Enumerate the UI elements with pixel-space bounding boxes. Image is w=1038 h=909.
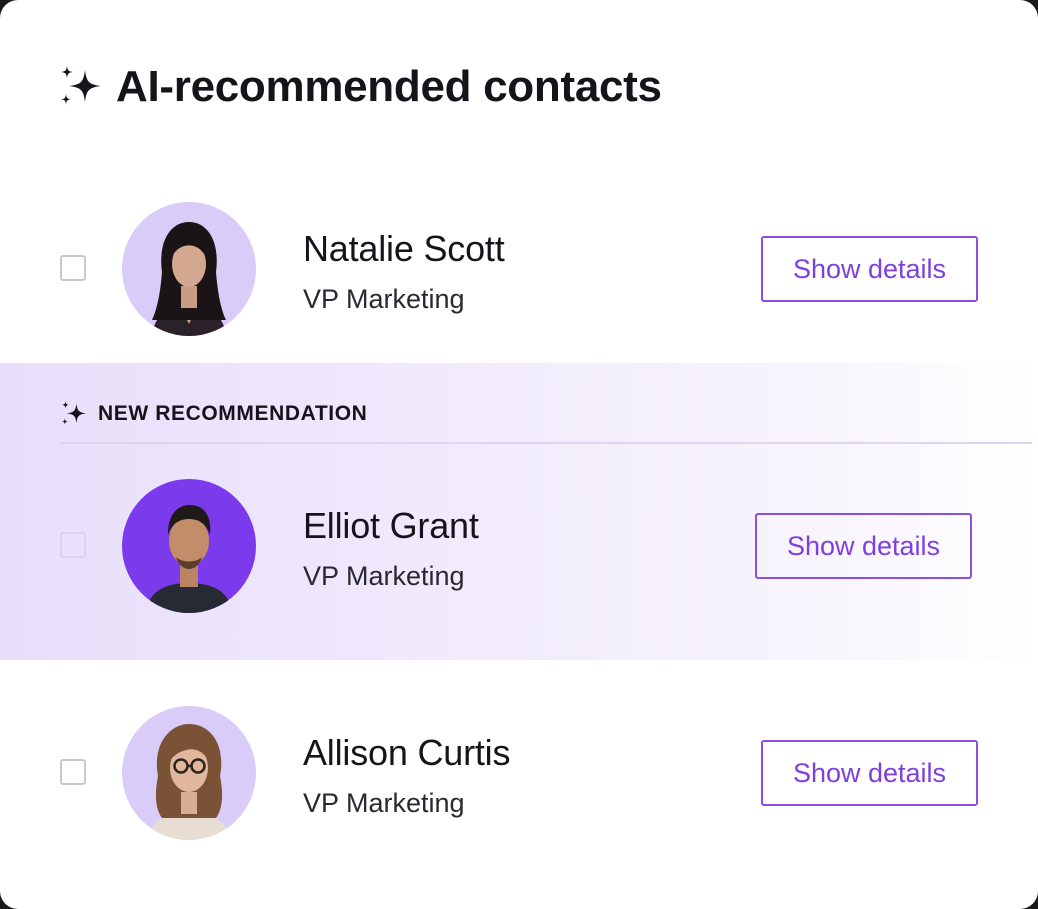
contact-name: Natalie Scott — [303, 228, 505, 269]
sparkles-icon — [61, 401, 87, 425]
recommendation-label: NEW RECOMMENDATION — [60, 400, 367, 428]
show-details-button[interactable]: Show details — [761, 236, 978, 302]
avatar — [122, 706, 256, 840]
contact-role: VP Marketing — [303, 561, 465, 591]
contact-name: Allison Curtis — [303, 732, 511, 773]
avatar — [122, 479, 256, 613]
contact-checkbox[interactable] — [60, 759, 86, 785]
show-details-button[interactable]: Show details — [761, 740, 978, 806]
contact-role: VP Marketing — [303, 788, 465, 818]
divider — [60, 442, 1032, 444]
sparkles-icon — [61, 66, 101, 105]
show-details-button[interactable]: Show details — [755, 513, 972, 579]
contact-row: Natalie Scott VP Marketing Show details — [0, 186, 1038, 346]
contact-role: VP Marketing — [303, 284, 465, 314]
contact-checkbox[interactable] — [60, 255, 86, 281]
contact-checkbox[interactable] — [60, 532, 86, 558]
contact-row: Allison Curtis VP Marketing Show details — [0, 690, 1038, 850]
avatar — [122, 202, 256, 336]
card-header: AI-recommended contacts — [58, 62, 662, 112]
contact-name: Elliot Grant — [303, 505, 479, 546]
page-title: AI-recommended contacts — [116, 62, 662, 111]
contacts-card: AI-recommended contacts Natalie Scott VP… — [0, 0, 1038, 909]
contact-row: Elliot Grant VP Marketing Show details — [0, 463, 1038, 623]
recommendation-label-text: NEW RECOMMENDATION — [98, 402, 368, 425]
